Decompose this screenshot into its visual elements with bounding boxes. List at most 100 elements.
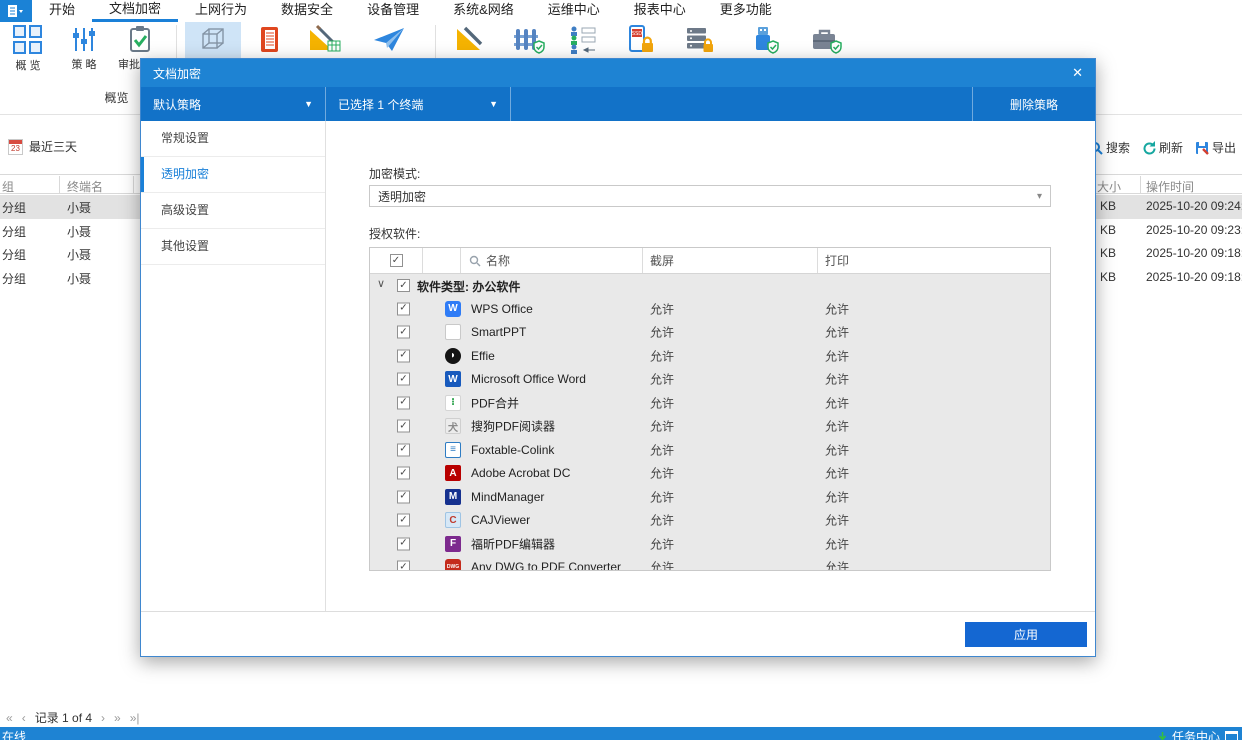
menu-item-7[interactable]: 运维中心 bbox=[531, 0, 617, 22]
menu-item-4[interactable]: 数据安全 bbox=[264, 0, 350, 22]
date-filter-label: 最近三天 bbox=[29, 138, 77, 155]
column-header-group[interactable]: 组 bbox=[2, 178, 14, 195]
row-checkbox[interactable] bbox=[397, 514, 410, 527]
software-row[interactable]: ⁝PDF合并允许允许 bbox=[370, 391, 1050, 415]
column-header-time[interactable]: 操作时间 ▼ bbox=[1146, 178, 1242, 195]
end-page-icon[interactable]: »| bbox=[130, 711, 140, 725]
ruler-pencil-table-icon bbox=[305, 24, 345, 54]
menu-item-6[interactable]: 系统&网络 bbox=[436, 0, 531, 22]
toolbar-policy-button[interactable]: 策 略 bbox=[56, 22, 112, 80]
search-icon bbox=[469, 255, 481, 267]
refresh-button[interactable]: 刷新 bbox=[1142, 139, 1183, 156]
row-checkbox[interactable] bbox=[397, 373, 410, 386]
chevron-down-icon: ▼ bbox=[489, 99, 498, 109]
app-menu-button[interactable] bbox=[0, 0, 32, 22]
terminal-cell: 小聂 bbox=[67, 270, 91, 287]
software-row[interactable]: ≡Foxtable-Colink允许允许 bbox=[370, 438, 1050, 462]
menu-items: 开始文档加密上网行为数据安全设备管理系统&网络运维中心报表中心更多功能 bbox=[32, 0, 789, 22]
menu-item-1[interactable]: 开始 bbox=[32, 0, 92, 22]
time-cell: 2025-10-20 09:23:53 bbox=[1146, 223, 1242, 237]
dialog-nav-item-2[interactable]: 透明加密 bbox=[141, 157, 325, 193]
policy-dropdown[interactable]: 默认策略 ▼ bbox=[141, 87, 326, 121]
column-header-size[interactable]: 大小 bbox=[1097, 178, 1121, 195]
chevron-down-icon: ▼ bbox=[304, 99, 313, 109]
software-group-row[interactable]: ∨ 软件类型: 办公软件 bbox=[370, 274, 1050, 297]
download-arrow-icon bbox=[1158, 732, 1167, 740]
apply-button[interactable]: 应用 bbox=[965, 622, 1087, 647]
software-row[interactable]: WMicrosoft Office Word允许允许 bbox=[370, 368, 1050, 392]
svg-text:SSD: SSD bbox=[632, 31, 642, 37]
column-header-terminal[interactable]: 终端名 bbox=[67, 178, 103, 195]
menu-item-9[interactable]: 更多功能 bbox=[703, 0, 789, 22]
row-checkbox[interactable] bbox=[397, 561, 410, 570]
wps-icon: W bbox=[445, 301, 461, 317]
dialog-toolbar: 默认策略 ▼ 已选择 1 个终端 ▼ 删除策略 bbox=[141, 87, 1095, 121]
export-button[interactable]: 导出 bbox=[1195, 139, 1236, 156]
header-screenshot[interactable]: 截屏 bbox=[643, 248, 818, 273]
print-permission: 允许 bbox=[825, 441, 849, 458]
select-all-checkbox[interactable] bbox=[390, 254, 403, 267]
software-row[interactable]: ◗Effie允许允许 bbox=[370, 344, 1050, 368]
header-print[interactable]: 打印 bbox=[818, 248, 1050, 273]
dialog-nav-item-1[interactable]: 常规设置 bbox=[141, 121, 325, 157]
row-checkbox[interactable] bbox=[397, 467, 410, 480]
word-icon: W bbox=[445, 371, 461, 387]
record-count-label: 记录 1 of 4 bbox=[35, 709, 92, 726]
menu-item-5[interactable]: 设备管理 bbox=[350, 0, 436, 22]
software-list-body: ∨ 软件类型: 办公软件 WWPS Office允许允许SmartPPT允许允许… bbox=[370, 274, 1050, 570]
screenshot-permission: 允许 bbox=[650, 324, 674, 341]
software-row[interactable]: F福昕PDF编辑器允许允许 bbox=[370, 532, 1050, 556]
dialog-titlebar: 文档加密 ✕ bbox=[141, 59, 1095, 87]
column-divider[interactable] bbox=[1140, 176, 1141, 193]
smartppt-icon bbox=[445, 324, 461, 340]
group-checkbox[interactable] bbox=[397, 279, 410, 292]
toolbar-overview-button[interactable]: 概 览 bbox=[0, 22, 56, 80]
date-filter[interactable]: 23 最近三天 bbox=[8, 138, 77, 155]
window-icon[interactable] bbox=[1225, 731, 1238, 740]
software-row[interactable]: MMindManager允许允许 bbox=[370, 485, 1050, 509]
terminal-dropdown[interactable]: 已选择 1 个终端 ▼ bbox=[326, 87, 511, 121]
mindmanager-icon: M bbox=[445, 489, 461, 505]
row-checkbox[interactable] bbox=[397, 537, 410, 550]
sliders-icon bbox=[67, 24, 101, 54]
row-checkbox[interactable] bbox=[397, 302, 410, 315]
close-icon[interactable]: ✕ bbox=[1072, 65, 1083, 81]
dialog-nav-item-4[interactable]: 其他设置 bbox=[141, 229, 325, 265]
first-page-icon[interactable]: « bbox=[6, 711, 13, 725]
next-page-icon[interactable]: › bbox=[101, 711, 105, 725]
foxit-pdf-icon: F bbox=[445, 536, 461, 552]
screenshot-permission: 允许 bbox=[650, 371, 674, 388]
software-row[interactable]: SmartPPT允许允许 bbox=[370, 321, 1050, 345]
last-page-icon[interactable]: » bbox=[114, 711, 121, 725]
task-center-button[interactable]: 任务中心 bbox=[1172, 728, 1220, 740]
header-name[interactable]: 名称 bbox=[461, 248, 643, 273]
row-checkbox[interactable] bbox=[397, 490, 410, 503]
software-name: Any DWG to PDF Converter bbox=[471, 560, 621, 570]
delete-policy-button[interactable]: 删除策略 bbox=[972, 87, 1095, 121]
software-row[interactable]: 犬搜狗PDF阅读器允许允许 bbox=[370, 415, 1050, 439]
row-checkbox[interactable] bbox=[397, 420, 410, 433]
software-name: Microsoft Office Word bbox=[471, 372, 586, 386]
software-row[interactable]: CCAJViewer允许允许 bbox=[370, 509, 1050, 533]
menu-item-3[interactable]: 上网行为 bbox=[178, 0, 264, 22]
row-checkbox[interactable] bbox=[397, 349, 410, 362]
menu-item-2[interactable]: 文档加密 bbox=[92, 0, 178, 22]
row-checkbox[interactable] bbox=[397, 443, 410, 456]
column-divider[interactable] bbox=[59, 176, 60, 193]
group-label: 软件类型: 办公软件 bbox=[417, 278, 520, 295]
row-checkbox[interactable] bbox=[397, 326, 410, 339]
dialog-footer: 应用 bbox=[141, 611, 1095, 656]
software-row[interactable]: AAdobe Acrobat DC允许允许 bbox=[370, 462, 1050, 486]
software-row[interactable]: DWGAny DWG to PDF Converter允许允许 bbox=[370, 556, 1050, 571]
dialog-nav-item-3[interactable]: 高级设置 bbox=[141, 193, 325, 229]
software-name: SmartPPT bbox=[471, 325, 526, 339]
encrypt-mode-select[interactable]: 透明加密 bbox=[369, 185, 1051, 207]
paper-plane-icon bbox=[370, 24, 410, 54]
column-divider[interactable] bbox=[133, 176, 134, 193]
prev-page-icon[interactable]: ‹ bbox=[22, 711, 26, 725]
software-row[interactable]: WWPS Office允许允许 bbox=[370, 297, 1050, 321]
chevron-down-icon[interactable]: ∨ bbox=[377, 277, 385, 290]
row-checkbox[interactable] bbox=[397, 396, 410, 409]
menu-item-8[interactable]: 报表中心 bbox=[617, 0, 703, 22]
screenshot-permission: 允许 bbox=[650, 347, 674, 364]
